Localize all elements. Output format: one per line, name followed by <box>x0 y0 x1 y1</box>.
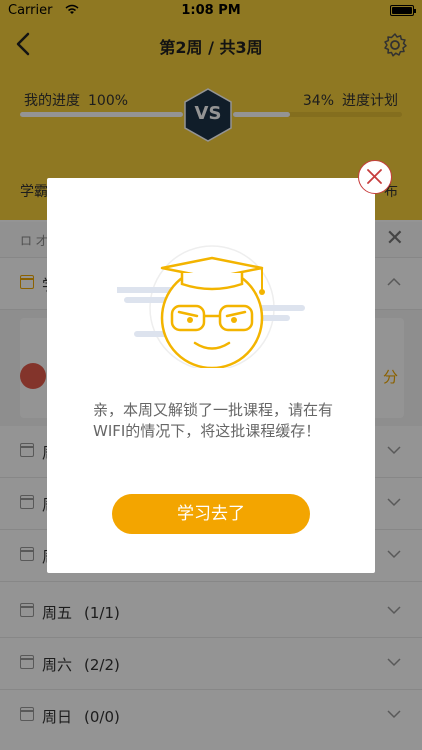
graduate-mascot-icon <box>114 238 307 371</box>
unlock-dialog: 亲，本周又解锁了一批课程，请在有WIFI的情况下，将这批课程缓存！ 学习去了 <box>47 178 375 573</box>
go-study-button[interactable]: 学习去了 <box>112 494 310 534</box>
close-icon[interactable] <box>358 160 392 194</box>
dialog-message: 亲，本周又解锁了一批课程，请在有WIFI的情况下，将这批课程缓存！ <box>93 401 334 440</box>
